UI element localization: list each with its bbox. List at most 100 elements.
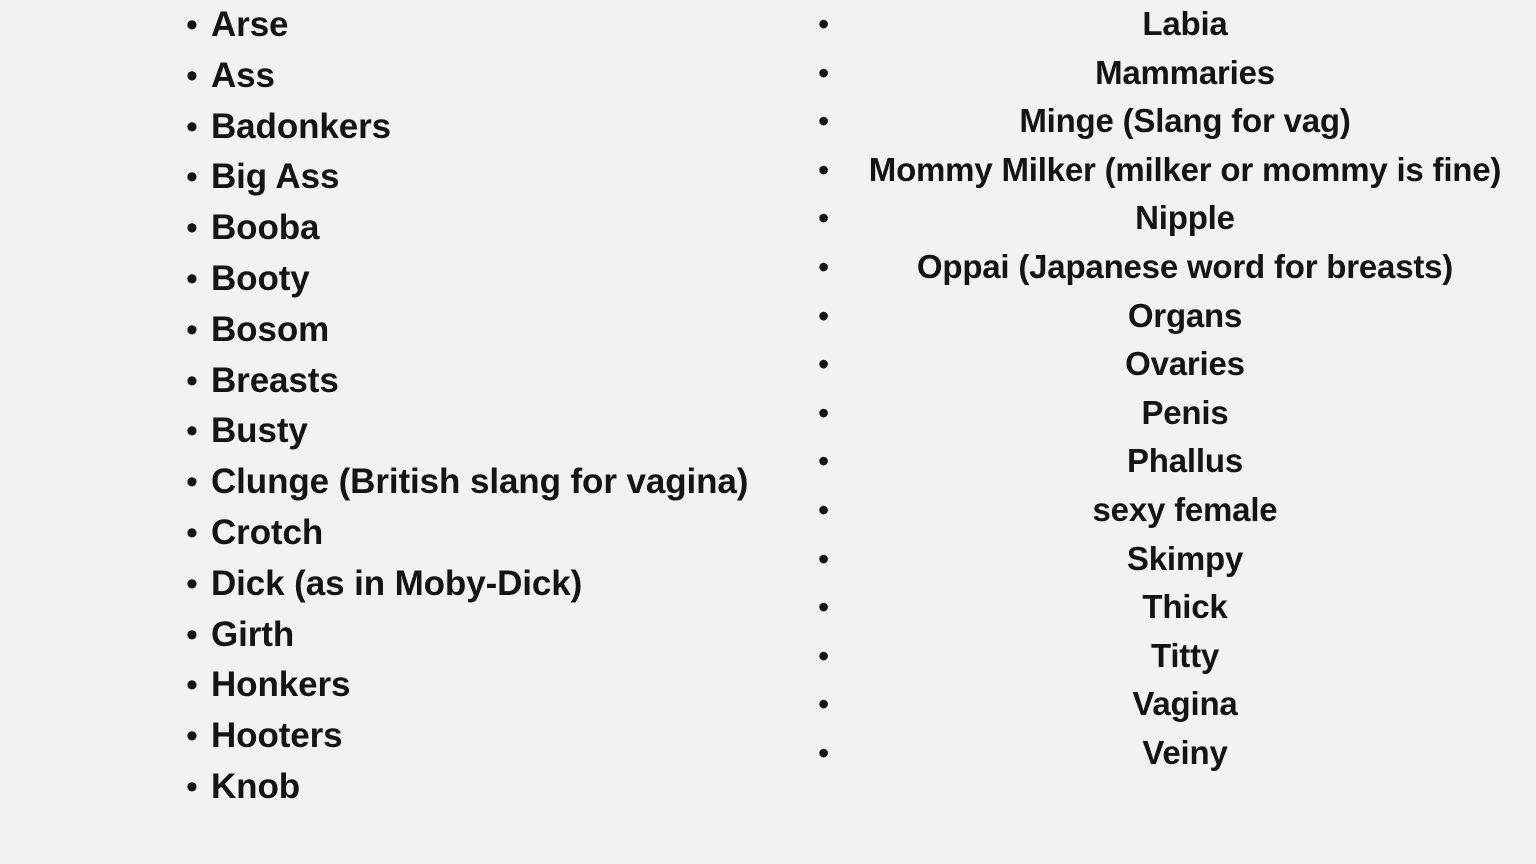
list-item-label: Phallus bbox=[1127, 442, 1243, 480]
bullet-icon: • bbox=[818, 200, 830, 237]
list-item-label: Minge (Slang for vag) bbox=[1019, 102, 1351, 140]
right-column: • Labia • Mammaries • Minge (Slang for vag) • M… bbox=[800, 0, 1536, 864]
list-item: • Nipple bbox=[800, 194, 1536, 243]
bullet-icon: • bbox=[818, 248, 830, 285]
bullet-icon: • bbox=[186, 717, 198, 756]
list-item: • Dick (as in Moby-Dick) bbox=[0, 559, 800, 610]
bullet-icon: • bbox=[186, 513, 198, 552]
list-item-label: Knob bbox=[211, 766, 301, 806]
bullet-icon: • bbox=[818, 54, 830, 91]
list-item: • Mommy Milker (milker or mommy is fine) bbox=[800, 146, 1536, 195]
list-item-label: Organs bbox=[1127, 296, 1243, 334]
list-item: • Veiny bbox=[800, 729, 1536, 778]
bullet-icon: • bbox=[818, 151, 830, 188]
list-item: • Organs bbox=[800, 292, 1536, 341]
list-item-label: Booba bbox=[211, 208, 320, 248]
bullet-icon: • bbox=[186, 6, 198, 44]
list-item: • Clunge (British slang for vagina) bbox=[0, 457, 800, 508]
list-item: • Vagina bbox=[800, 680, 1536, 729]
list-item: • sexy female bbox=[800, 486, 1536, 535]
bullet-icon: • bbox=[186, 564, 198, 603]
list-item: • Bosom bbox=[0, 305, 800, 356]
list-item: • Titty bbox=[800, 632, 1536, 681]
bullet-icon: • bbox=[818, 103, 830, 140]
list-item: • Ovaries bbox=[800, 340, 1536, 389]
list-item-label: Booty bbox=[211, 258, 310, 298]
list-item-label: Ass bbox=[211, 55, 275, 95]
list-item: • Booba bbox=[0, 203, 800, 254]
list-item-label: Labia bbox=[1142, 5, 1228, 42]
bullet-icon: • bbox=[186, 259, 198, 298]
bullet-icon: • bbox=[186, 463, 198, 502]
list-item: • Breasts bbox=[0, 356, 800, 407]
list-item: • Phallus bbox=[800, 437, 1536, 486]
bullet-icon: • bbox=[186, 361, 198, 400]
bullet-icon: • bbox=[186, 666, 198, 705]
bullet-icon: • bbox=[818, 443, 830, 480]
list-item-label: Big Ass bbox=[211, 157, 340, 197]
bullet-icon: • bbox=[818, 734, 830, 771]
bullet-icon: • bbox=[818, 6, 830, 42]
page-root: • Arse • Ass • Badonkers • Big Ass • Booba • Booty •… bbox=[0, 0, 1536, 864]
bullet-icon: • bbox=[818, 297, 830, 334]
list-item-label: Arse bbox=[211, 5, 289, 44]
bullet-icon: • bbox=[818, 394, 830, 431]
list-item-label: Girth bbox=[211, 614, 295, 654]
list-item: • Crotch bbox=[0, 508, 800, 559]
list-item-label: Crotch bbox=[211, 512, 324, 552]
bullet-icon: • bbox=[186, 615, 198, 654]
left-column: • Arse • Ass • Badonkers • Big Ass • Booba • Booty •… bbox=[0, 0, 800, 864]
list-item-label: Busty bbox=[211, 411, 308, 451]
list-item: • Busty bbox=[0, 406, 800, 457]
bullet-icon: • bbox=[818, 491, 830, 528]
list-item: • Badonkers bbox=[0, 102, 800, 153]
list-item: • Knob bbox=[0, 762, 800, 813]
bullet-icon: • bbox=[818, 589, 830, 626]
list-item: • Hooters bbox=[0, 711, 800, 762]
list-item-label: Penis bbox=[1141, 393, 1229, 431]
list-item-label: Hooters bbox=[211, 716, 343, 756]
bullet-icon: • bbox=[818, 540, 830, 577]
list-item-label: Honkers bbox=[211, 665, 351, 705]
bullet-icon: • bbox=[186, 107, 198, 146]
bullet-icon: • bbox=[186, 310, 198, 349]
list-item: • Labia bbox=[800, 0, 1536, 49]
list-item: • Mammaries bbox=[800, 49, 1536, 98]
list-item-label: Veiny bbox=[1142, 733, 1228, 771]
list-item-label: Ovaries bbox=[1125, 345, 1245, 383]
list-item-label: Mammaries bbox=[1095, 53, 1275, 91]
list-item-label: Nipple bbox=[1135, 199, 1235, 237]
bullet-icon: • bbox=[186, 412, 198, 451]
list-item-label: Skimpy bbox=[1126, 539, 1244, 577]
list-item: • Penis bbox=[800, 389, 1536, 438]
list-item: • Ass bbox=[0, 51, 800, 102]
list-item: • Honkers bbox=[0, 660, 800, 711]
right-column-list: • Labia • Mammaries • Minge (Slang for vag) • M… bbox=[800, 0, 1536, 778]
list-item: • Arse bbox=[0, 0, 800, 51]
list-item-label: Breasts bbox=[211, 360, 339, 400]
bullet-icon: • bbox=[818, 637, 830, 674]
list-item-label: Badonkers bbox=[211, 106, 391, 146]
bullet-icon: • bbox=[818, 346, 830, 383]
list-item: • Skimpy bbox=[800, 535, 1536, 584]
list-item-label: Titty bbox=[1150, 636, 1220, 674]
bullet-icon: • bbox=[186, 56, 198, 95]
bullet-icon: • bbox=[186, 767, 198, 806]
list-item-label: Bosom bbox=[211, 309, 330, 349]
bullet-icon: • bbox=[186, 209, 198, 248]
list-item-label: Dick (as in Moby-Dick) bbox=[211, 563, 583, 603]
left-column-list: • Arse • Ass • Badonkers • Big Ass • Booba • Booty •… bbox=[0, 0, 800, 813]
list-item: • Girth bbox=[0, 610, 800, 661]
list-item-label: sexy female bbox=[1092, 490, 1278, 528]
list-item: • Big Ass bbox=[0, 152, 800, 203]
list-item-label: Vagina bbox=[1132, 685, 1238, 723]
list-item-label: Mommy Milker (milker or mommy is fine) bbox=[868, 150, 1502, 188]
list-item-label: Thick bbox=[1142, 588, 1228, 626]
list-item-label: Oppai (Japanese word for breasts) bbox=[916, 247, 1454, 285]
bullet-icon: • bbox=[818, 686, 830, 723]
list-item: • Minge (Slang for vag) bbox=[800, 97, 1536, 146]
list-item: • Thick bbox=[800, 583, 1536, 632]
list-item: • Booty bbox=[0, 254, 800, 305]
list-item: • Oppai (Japanese word for breasts) bbox=[800, 243, 1536, 292]
bullet-icon: • bbox=[186, 158, 198, 197]
